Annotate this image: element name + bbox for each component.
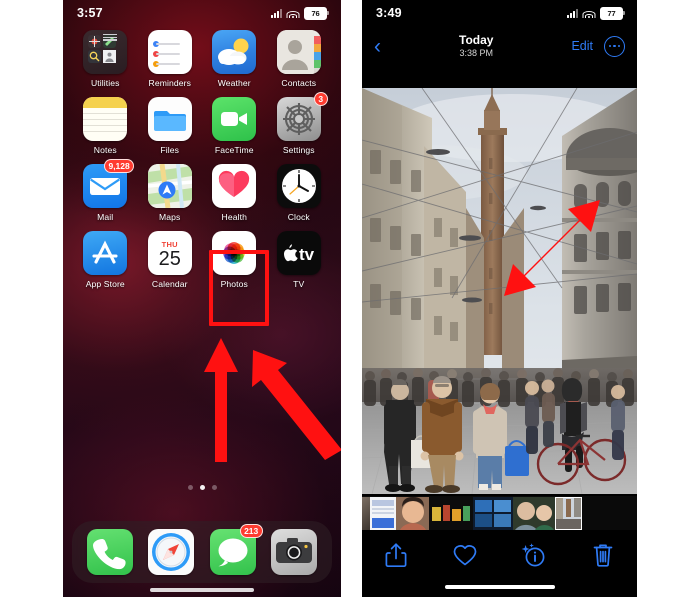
app-icon-mail[interactable]: 9,128 Mail <box>73 159 138 222</box>
app-grid: Utilities Reminders Weather Contacts Not… <box>63 30 341 289</box>
battery-icon: 77 <box>600 6 625 20</box>
badge-count: 3 <box>313 92 328 106</box>
app-label: Weather <box>217 78 251 88</box>
thumbnail-5[interactable] <box>473 496 513 530</box>
app-icon-settings[interactable]: 3 Settings <box>267 92 332 155</box>
page-dot-active <box>199 485 205 490</box>
share-icon[interactable] <box>383 542 409 568</box>
page-dot <box>211 485 217 490</box>
app-icon-reminders[interactable]: Reminders <box>138 30 203 88</box>
app-label: App Store <box>85 279 125 289</box>
thumbnail-3[interactable] <box>396 496 429 530</box>
back-chevron-icon[interactable]: ‹ <box>374 36 381 57</box>
app-icon-notes[interactable]: Notes <box>73 97 138 155</box>
app-icon-contacts[interactable]: Contacts <box>267 30 332 88</box>
cellular-signal-icon <box>271 8 282 18</box>
thumbnail-4[interactable] <box>429 496 473 530</box>
badge-count: 9,128 <box>103 159 135 173</box>
app-icon-app-store[interactable]: App Store <box>73 231 138 289</box>
app-label: Clock <box>287 212 310 222</box>
app-icon-facetime[interactable]: FaceTime <box>202 97 267 155</box>
svg-text:tv: tv <box>299 245 315 264</box>
dock-icon-camera[interactable] <box>271 529 318 575</box>
app-label: Mail <box>97 212 114 222</box>
info-sparkle-icon[interactable] <box>521 542 547 568</box>
dock-icon-safari[interactable] <box>148 529 195 575</box>
photo-viewer-navbar: ‹ Today 3:38 PM Edit <box>362 26 637 66</box>
calendar-day: 25 <box>158 247 181 270</box>
right-phone-screenshot: 3:49 77 ‹ Today 3:38 PM Edit <box>362 0 637 597</box>
app-label: TV <box>293 279 305 289</box>
cellular-signal-icon <box>567 8 578 18</box>
ellipsis-circle-icon[interactable] <box>604 35 625 57</box>
app-label: Contacts <box>281 78 317 88</box>
battery-percent: 77 <box>607 8 616 18</box>
thumbnail-7[interactable] <box>555 496 582 530</box>
app-label: Maps <box>159 212 181 222</box>
status-bar-time: 3:57 <box>77 6 103 20</box>
app-icon-utilities[interactable]: Utilities <box>73 30 138 88</box>
photo-date: Today <box>459 32 494 47</box>
app-icon-maps[interactable]: Maps <box>138 164 203 222</box>
thumbnail-6[interactable] <box>513 496 555 530</box>
photo-image[interactable] <box>362 88 637 494</box>
app-label: Health <box>221 212 247 222</box>
favorite-heart-icon[interactable] <box>452 542 478 568</box>
home-indicator <box>444 585 555 589</box>
status-bar: 3:57 76 <box>63 0 341 26</box>
wifi-icon <box>582 9 596 18</box>
thumbnail-2[interactable] <box>370 496 396 530</box>
wifi-icon <box>286 9 300 18</box>
photo-viewer: 3:49 77 ‹ Today 3:38 PM Edit <box>362 0 637 597</box>
app-icon-tv[interactable]: tv TV <box>267 231 332 289</box>
app-label: Settings <box>282 145 315 155</box>
left-phone-screenshot: 3:57 76 Utilities Reminders Weather Cont… <box>63 0 341 597</box>
app-label: Utilities <box>90 78 120 88</box>
edit-button[interactable]: Edit <box>571 39 593 53</box>
app-label: Reminders <box>148 78 191 88</box>
dock: 213 <box>72 521 332 583</box>
home-indicator <box>150 588 254 592</box>
page-indicator-dots[interactable] <box>63 485 341 490</box>
app-icon-files[interactable]: Files <box>138 97 203 155</box>
dock-icon-phone[interactable] <box>86 529 133 575</box>
app-label: Notes <box>93 145 117 155</box>
app-icon-weather[interactable]: Weather <box>202 30 267 88</box>
battery-percent: 76 <box>311 8 320 18</box>
status-bar-time: 3:49 <box>376 6 402 20</box>
app-label: Calendar <box>151 279 188 289</box>
app-label: Files <box>160 145 180 155</box>
page-dot <box>187 485 193 490</box>
battery-icon: 76 <box>304 6 329 20</box>
app-icon-health[interactable]: Health <box>202 164 267 222</box>
dock-icon-messages[interactable]: 213 <box>209 524 263 575</box>
app-icon-calendar[interactable]: THU 25 Calendar <box>138 231 203 289</box>
status-bar: 3:49 77 <box>362 0 637 26</box>
photos-highlight-box <box>209 250 269 326</box>
app-label: FaceTime <box>214 145 254 155</box>
trash-icon[interactable] <box>590 542 616 568</box>
photo-filmstrip[interactable] <box>362 496 637 530</box>
photo-date-header: Today 3:38 PM <box>381 32 571 59</box>
photo-time: 3:38 PM <box>459 47 493 58</box>
app-icon-clock[interactable]: Clock <box>267 164 332 222</box>
thumbnail-1[interactable] <box>362 496 370 530</box>
badge-count: 213 <box>239 524 263 538</box>
